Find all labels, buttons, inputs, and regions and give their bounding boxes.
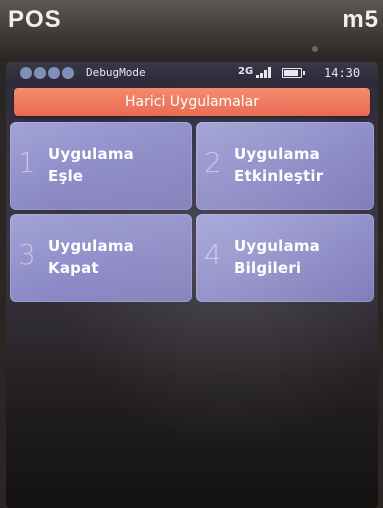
camera-icon [312, 46, 318, 52]
menu-item-pair-app[interactable]: 1 Uygulama Eşle [10, 122, 192, 210]
menu-item-number: 4 [204, 238, 222, 271]
screen-reflection [6, 322, 378, 508]
menu-item-label-line2: Bilgileri [234, 259, 302, 277]
menu-item-number: 2 [204, 146, 222, 179]
menu-item-label-line1: Uygulama [48, 145, 134, 163]
menu-item-label-line2: Eşle [48, 167, 84, 185]
menu-item-label-line2: Kapat [48, 259, 99, 277]
signal-bars-icon [256, 67, 271, 78]
device-screen: DebugMode 2G 14:30 Harici Uygulamalar 1 … [6, 62, 378, 508]
device-brand-logo: POS [8, 6, 62, 33]
menu-item-activate-app[interactable]: 2 Uygulama Etkinleştir [196, 122, 374, 210]
network-type-text: 2G [238, 66, 254, 77]
status-bar: DebugMode 2G 14:30 [6, 62, 378, 84]
status-mode-text: DebugMode [86, 66, 146, 79]
device-bezel: POS m5 [0, 0, 383, 58]
page-title: Harici Uygulamalar [14, 88, 370, 116]
menu-item-number: 1 [18, 146, 36, 179]
status-dots-icon [20, 67, 74, 79]
menu-item-number: 3 [18, 238, 36, 271]
device-model-logo: m5 [342, 6, 379, 33]
menu-item-label-line1: Uygulama [48, 237, 134, 255]
menu-item-label-line1: Uygulama [234, 145, 320, 163]
menu-item-app-info[interactable]: 4 Uygulama Bilgileri [196, 214, 374, 302]
menu-item-close-app[interactable]: 3 Uygulama Kapat [10, 214, 192, 302]
battery-icon [282, 68, 305, 78]
menu-item-label-line2: Etkinleştir [234, 167, 324, 185]
clock-text: 14:30 [324, 66, 361, 80]
menu-item-label-line1: Uygulama [234, 237, 320, 255]
